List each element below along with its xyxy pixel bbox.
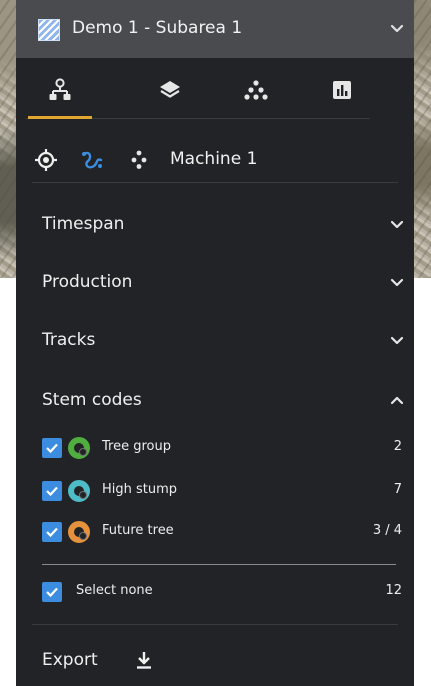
tab-active-indicator [28, 116, 92, 119]
chevron-down-icon [390, 220, 404, 229]
stem-code-count: 2 [393, 439, 402, 454]
area-hatch-icon [38, 19, 60, 41]
stem-code-label: High stump [102, 482, 178, 497]
select-none-checkbox[interactable] [42, 582, 62, 602]
machine-toolbar: Machine 1 [34, 146, 394, 176]
layers-icon [160, 81, 180, 98]
machines-icon [49, 78, 71, 100]
tab-machines[interactable] [28, 78, 92, 118]
stem-code-marker-icon [68, 480, 90, 502]
export-button[interactable]: Export [42, 648, 242, 676]
report-chart-icon [333, 81, 351, 99]
machine-stems-icon[interactable] [128, 149, 150, 171]
stem-codes-divider [42, 564, 396, 565]
stem-code-marker-icon [68, 521, 90, 543]
machine-name[interactable]: Machine 1 [170, 149, 257, 169]
stem-points-icon [244, 80, 268, 100]
download-icon [137, 652, 151, 669]
stem-code-row[interactable]: Tree group 2 [42, 436, 402, 460]
stem-code-row[interactable]: Future tree 3 / 4 [42, 520, 402, 544]
section-tracks[interactable]: Tracks [42, 326, 404, 356]
chevron-down-icon [390, 278, 404, 287]
section-title: Timespan [42, 214, 125, 234]
stem-code-checkbox[interactable] [42, 438, 62, 458]
stem-code-count: 3 / 4 [372, 523, 402, 538]
chevron-down-icon [390, 336, 404, 345]
side-panel: Demo 1 - Subarea 1 Machine 1 Timespan Pr… [16, 0, 414, 686]
stem-code-checkbox[interactable] [42, 481, 62, 501]
area-header[interactable]: Demo 1 - Subarea 1 [16, 0, 414, 58]
panel-tabs [26, 78, 370, 120]
section-timespan[interactable]: Timespan [42, 210, 404, 240]
section-title: Tracks [42, 330, 96, 350]
toolbar-divider [32, 182, 398, 183]
tab-stems[interactable] [224, 78, 288, 118]
track-route-icon[interactable] [80, 148, 104, 172]
checkmark-icon [46, 587, 58, 598]
chevron-up-icon [390, 396, 404, 405]
section-stem-codes[interactable]: Stem codes [42, 386, 404, 416]
select-none-count: 12 [385, 583, 402, 598]
area-title: Demo 1 - Subarea 1 [72, 18, 243, 38]
section-production[interactable]: Production [42, 268, 404, 298]
stem-code-checkbox[interactable] [42, 522, 62, 542]
section-title: Production [42, 272, 133, 292]
stem-code-row[interactable]: High stump 7 [42, 479, 402, 503]
select-none-label: Select none [76, 583, 153, 598]
locate-icon[interactable] [34, 148, 58, 172]
chevron-down-icon[interactable] [390, 24, 404, 33]
select-none-row[interactable]: Select none 12 [42, 580, 402, 604]
section-title: Stem codes [42, 390, 142, 410]
stem-code-count: 7 [393, 482, 402, 497]
checkmark-icon [46, 443, 58, 454]
tab-reports[interactable] [310, 78, 374, 118]
stem-code-label: Future tree [102, 523, 174, 538]
export-label: Export [42, 650, 98, 670]
checkmark-icon [46, 486, 58, 497]
tab-layers[interactable] [138, 78, 202, 118]
stem-code-label: Tree group [102, 439, 171, 454]
checkmark-icon [46, 527, 58, 538]
stem-code-marker-icon [68, 437, 90, 459]
export-divider [32, 624, 398, 625]
